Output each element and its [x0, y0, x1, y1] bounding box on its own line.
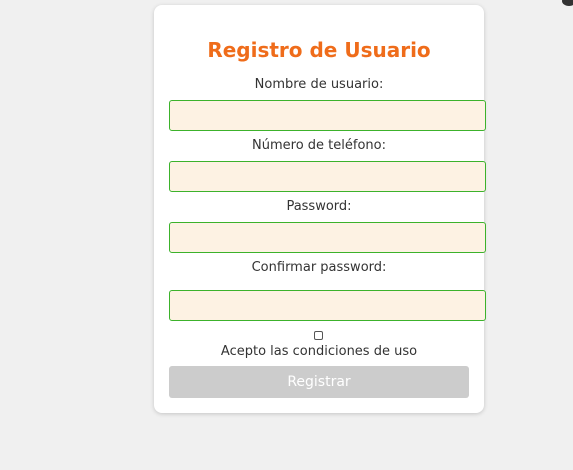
username-label: Nombre de usuario: — [254, 77, 384, 92]
phone-label: Número de teléfono: — [252, 138, 386, 153]
corner-shape — [562, 0, 573, 6]
registration-card: Registro de Usuario Nombre de usuario: N… — [154, 5, 486, 413]
password-label: Password: — [286, 199, 352, 214]
username-input[interactable] — [169, 100, 486, 131]
terms-label: Acepto las condiciones de uso — [220, 344, 418, 359]
password-input[interactable] — [169, 222, 486, 253]
form-title: Registro de Usuario — [207, 38, 431, 62]
confirm-password-input[interactable] — [169, 290, 486, 321]
register-button[interactable]: Registrar — [169, 366, 469, 398]
terms-checkbox[interactable] — [314, 331, 323, 340]
confirm-password-label: Confirmar password: — [251, 260, 387, 275]
phone-input[interactable] — [169, 161, 486, 192]
